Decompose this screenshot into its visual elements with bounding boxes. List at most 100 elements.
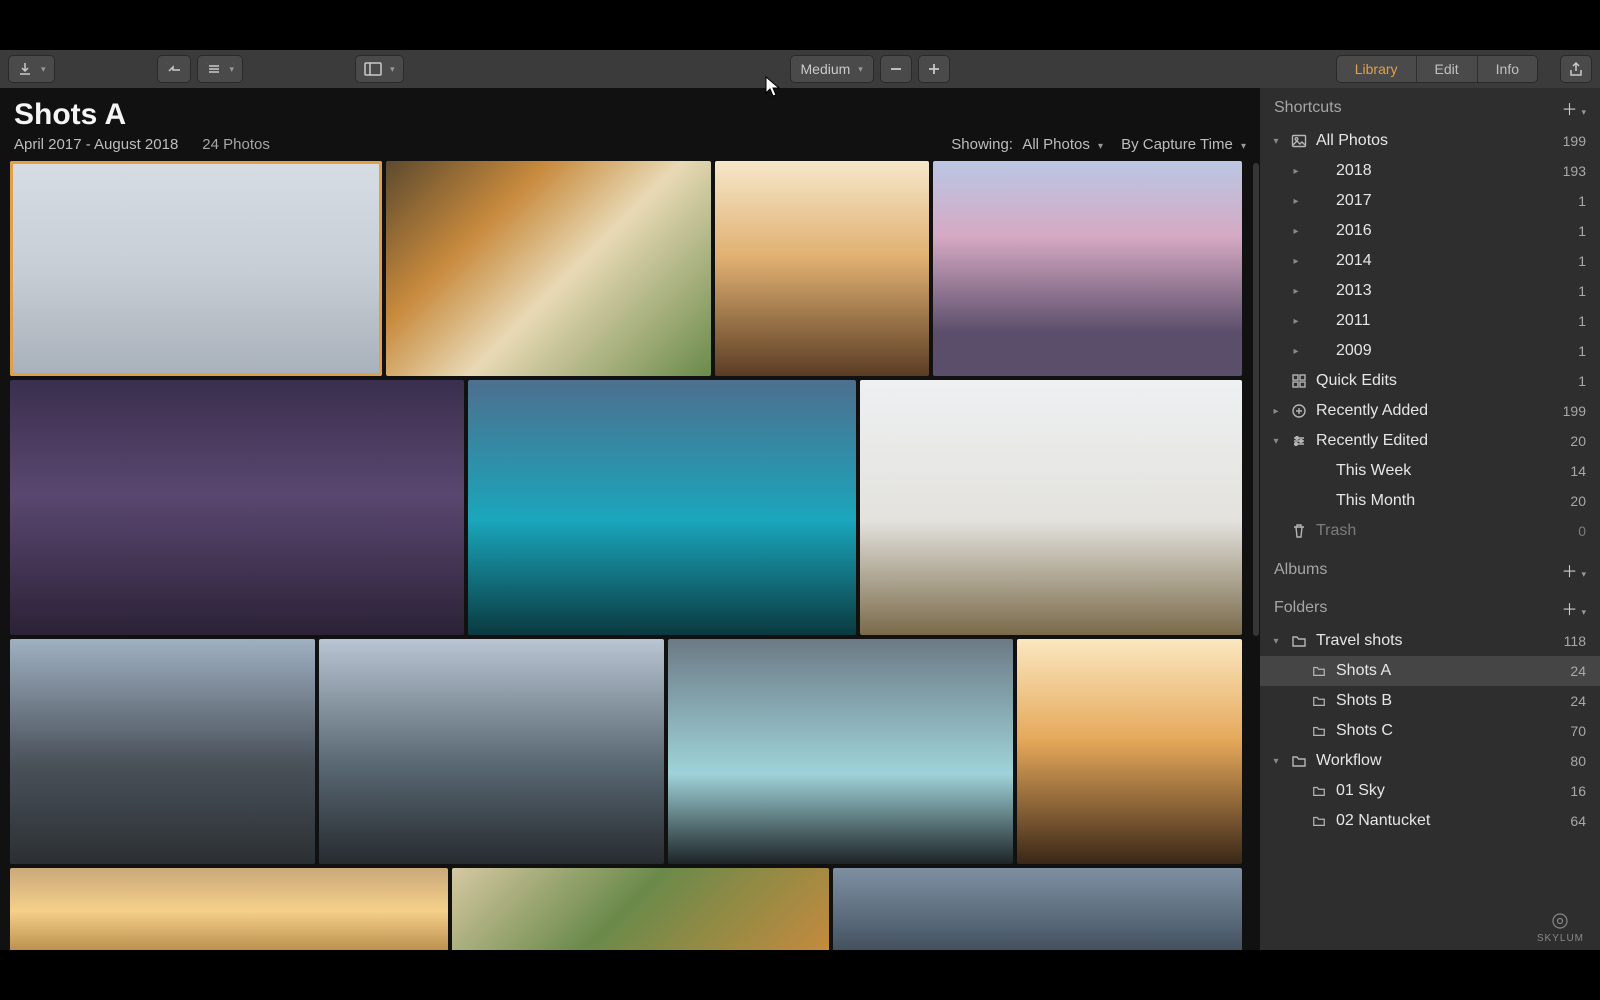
tree-item-count: 1 — [1578, 373, 1586, 389]
chevron-down-icon: ▾ — [858, 64, 863, 75]
scrollbar[interactable] — [1253, 163, 1259, 636]
zoom-in-button[interactable] — [918, 55, 950, 83]
chevron-right-icon[interactable]: ▸ — [1290, 196, 1302, 207]
tree-item-count: 1 — [1578, 283, 1586, 299]
thumbnail-stormy-sky[interactable] — [833, 868, 1242, 950]
panel-layout-button[interactable]: ▾ — [355, 55, 404, 83]
tree-item-label: This Week — [1336, 462, 1562, 480]
folders-item[interactable]: 02 Nantucket64 — [1260, 806, 1600, 836]
tree-item-count: 1 — [1578, 343, 1586, 359]
chevron-right-icon[interactable]: ▸ — [1290, 346, 1302, 357]
chevron-down-icon[interactable]: ▾ — [1270, 636, 1282, 647]
shortcuts-item[interactable]: ▸2018193 — [1260, 156, 1600, 186]
tab-library[interactable]: Library — [1337, 56, 1417, 82]
shortcuts-item[interactable]: This Week14 — [1260, 456, 1600, 486]
up-one-level-button[interactable] — [157, 55, 191, 83]
view-mode-list-button[interactable]: ▾ — [197, 55, 244, 83]
chevron-right-icon[interactable]: ▸ — [1290, 316, 1302, 327]
tab-label: Info — [1496, 61, 1519, 77]
folders-item[interactable]: ▾Travel shots118 — [1260, 626, 1600, 656]
tree-item-count: 20 — [1570, 433, 1586, 449]
shortcuts-item[interactable]: ▸20131 — [1260, 276, 1600, 306]
thumbnail-picnic-food[interactable] — [386, 161, 711, 376]
sidebar-layout-icon — [364, 62, 382, 76]
thumbnail-bird-silhouette[interactable] — [10, 161, 382, 376]
chevron-down-icon[interactable]: ▾ — [1270, 436, 1282, 447]
chevron-right-icon[interactable]: ▸ — [1290, 256, 1302, 267]
thumbnail-thermal-river[interactable] — [668, 639, 1013, 864]
chevron-right-icon[interactable]: ▸ — [1290, 226, 1302, 237]
add-shortcut-button[interactable]: ＋▾ — [1561, 96, 1586, 120]
folders-item[interactable]: ▾Workflow80 — [1260, 746, 1600, 776]
tree-item-count: 1 — [1578, 313, 1586, 329]
thumbnail-blue-lagoon-river[interactable] — [468, 380, 856, 635]
tab-edit[interactable]: Edit — [1417, 56, 1478, 82]
thumbnail-misty-plain[interactable] — [860, 380, 1242, 635]
zoom-preset-dropdown[interactable]: Medium ▾ — [790, 55, 874, 83]
thumbnail-city-skyline-dusk[interactable] — [933, 161, 1242, 376]
arrow-up-left-icon — [166, 62, 182, 76]
folders-item[interactable]: Shots C70 — [1260, 716, 1600, 746]
import-icon — [17, 61, 33, 77]
shortcuts-item[interactable]: ▸20171 — [1260, 186, 1600, 216]
folders-item[interactable]: Shots B24 — [1260, 686, 1600, 716]
share-button[interactable] — [1560, 55, 1592, 83]
chevron-down-icon[interactable]: ▾ — [1270, 136, 1282, 147]
shortcuts-item[interactable]: Quick Edits 1 — [1260, 366, 1600, 396]
chevron-down-icon: ▾ — [1581, 569, 1586, 579]
zoom-out-button[interactable] — [880, 55, 912, 83]
chevron-right-icon[interactable]: ▸ — [1290, 166, 1302, 177]
folders-item[interactable]: Shots A24 — [1260, 656, 1600, 686]
tree-item-count: 20 — [1570, 493, 1586, 509]
add-album-button[interactable]: ＋▾ — [1561, 558, 1586, 582]
chevron-right-icon[interactable]: ▸ — [1270, 406, 1282, 417]
photo-count: 24 Photos — [202, 136, 270, 153]
chevron-right-icon[interactable]: ▸ — [1290, 286, 1302, 297]
thumbnail-image — [668, 639, 1013, 864]
main-content: Shots A April 2017 - August 2018 24 Phot… — [0, 88, 1260, 950]
shortcuts-item[interactable]: This Month20 — [1260, 486, 1600, 516]
showing-label: Showing: — [951, 136, 1013, 153]
toolbar: ▾ ▾ ▾ Medium ▾ — [0, 50, 1600, 88]
section-title: Albums — [1274, 561, 1327, 579]
shortcuts-item[interactable]: ▾Recently Edited20 — [1260, 426, 1600, 456]
shortcuts-item[interactable]: ▸20161 — [1260, 216, 1600, 246]
thumbnail-image — [10, 161, 382, 376]
thumbnail-image — [10, 868, 448, 950]
tree-item-label: 2009 — [1336, 342, 1570, 360]
filter-value: All Photos — [1022, 136, 1090, 153]
shortcuts-item[interactable]: ▸20111 — [1260, 306, 1600, 336]
section-header-shortcuts: Shortcuts ＋▾ — [1260, 88, 1600, 126]
shortcuts-item[interactable]: ▾All Photos199 — [1260, 126, 1600, 156]
thumbnail-city-night-viewpoint[interactable] — [10, 380, 464, 635]
tree-item-count: 24 — [1570, 663, 1586, 679]
add-folder-button[interactable]: ＋▾ — [1561, 596, 1586, 620]
shortcuts-item[interactable]: Trash0 — [1260, 516, 1600, 546]
folder-sm-icon — [1310, 694, 1328, 708]
share-icon — [1569, 61, 1583, 77]
thumbnail-golden-horizon[interactable] — [10, 868, 448, 950]
tree-item-count: 16 — [1570, 783, 1586, 799]
shortcuts-item[interactable]: ▸ 2009 1 — [1260, 336, 1600, 366]
folder-sm-icon — [1310, 664, 1328, 678]
thumbnail-image — [860, 380, 1242, 635]
shortcuts-item[interactable]: ▸20141 — [1260, 246, 1600, 276]
import-button[interactable]: ▾ — [8, 55, 55, 83]
tree-item-count: 1 — [1578, 253, 1586, 269]
chevron-down-icon[interactable]: ▾ — [1270, 756, 1282, 767]
tab-info[interactable]: Info — [1478, 56, 1537, 82]
thumbnail-waterfall-gorge[interactable] — [319, 639, 664, 864]
shortcuts-item[interactable]: ▸Recently Added199 — [1260, 396, 1600, 426]
folders-item[interactable]: 01 Sky 16 — [1260, 776, 1600, 806]
tree-item-label: Shots C — [1336, 722, 1562, 740]
tree-item-label: Quick Edits — [1316, 372, 1570, 390]
brand-label: SKYLUM — [1537, 933, 1584, 944]
filter-showing[interactable]: Showing: All Photos ▾ — [951, 136, 1103, 153]
thumbnail-waterfall-cliffs[interactable] — [10, 639, 315, 864]
sort-dropdown[interactable]: By Capture Time ▾ — [1121, 136, 1246, 153]
thumbnail-sunset-crowd-shadows[interactable] — [1017, 639, 1242, 864]
tree-item-count: 0 — [1578, 523, 1586, 539]
thumbnail-beach-sunset-silhouettes[interactable] — [715, 161, 929, 376]
thumbnail-produce-market[interactable] — [452, 868, 829, 950]
tree-item-label: 01 Sky — [1336, 782, 1562, 800]
